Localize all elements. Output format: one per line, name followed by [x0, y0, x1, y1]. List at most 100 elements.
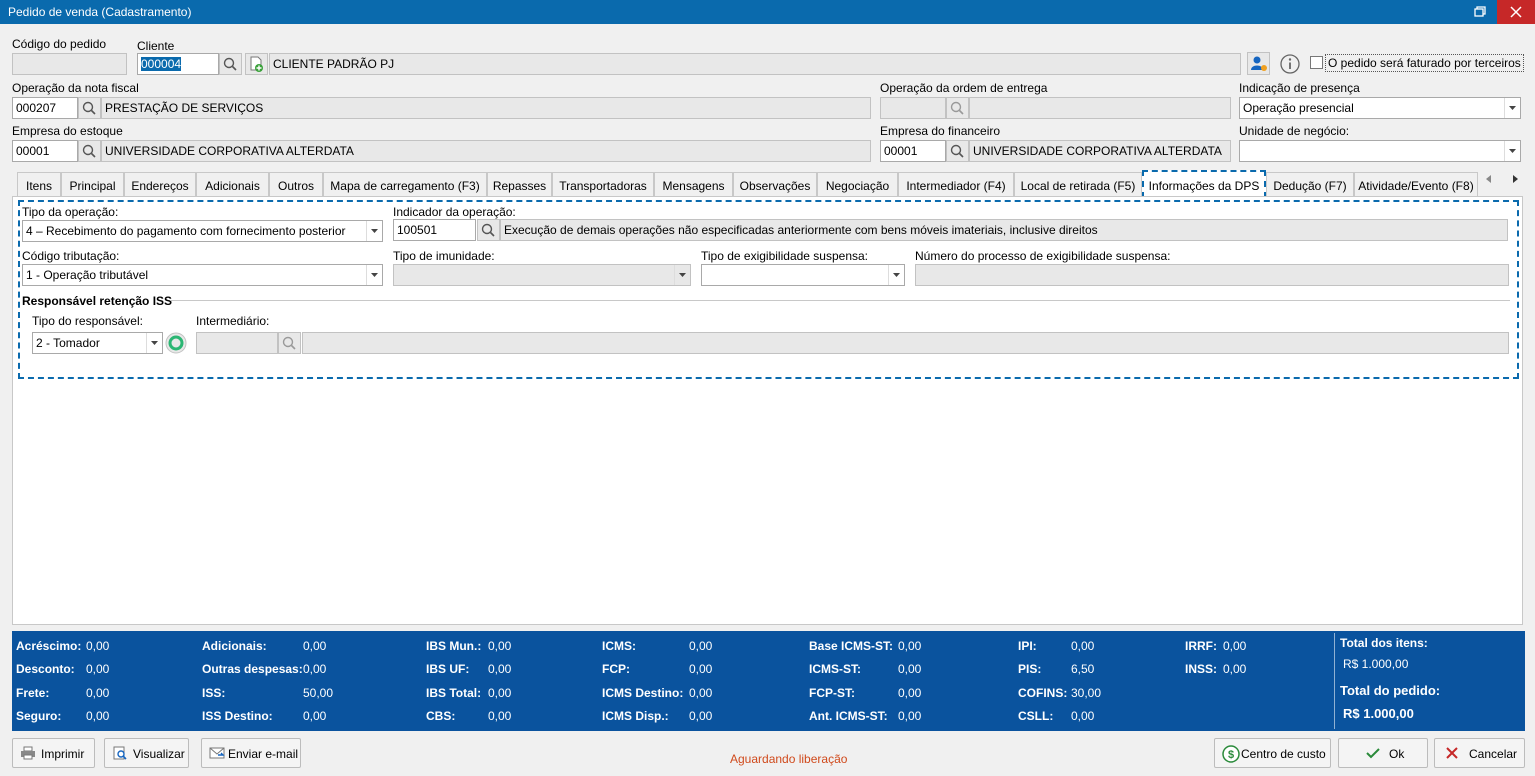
tipo-operacao-select[interactable]: 4 – Recebimento do pagamento com forneci… [22, 220, 383, 242]
total-value: 0,00 [1071, 639, 1095, 653]
chevron-down-icon [366, 221, 382, 241]
indicador-code-input[interactable]: 100501 [393, 219, 476, 241]
terceiros-label: O pedido será faturado por terceiros [1325, 54, 1524, 72]
tipo-resp-select[interactable]: 2 - Tomador [32, 332, 163, 354]
tab-informacoes-dps[interactable]: Informações da DPS [1142, 170, 1266, 198]
add-document-icon [250, 56, 263, 72]
cliente-code-input[interactable]: 000004 [137, 53, 219, 75]
unidade-select[interactable] [1239, 140, 1521, 162]
total-value: 0,00 [898, 686, 922, 700]
num-proc-label: Número do processo de exigibilidade susp… [915, 249, 1171, 263]
total-label: Base ICMS-ST: [809, 639, 894, 653]
total-itens-value: R$ 1.000,00 [1343, 657, 1409, 671]
op-entrega-search-button[interactable] [946, 97, 969, 119]
emp-fin-search-button[interactable] [946, 140, 969, 162]
total-label: Seguro: [16, 709, 62, 723]
total-value: 30,00 [1071, 686, 1102, 700]
info-icon [1280, 54, 1300, 74]
exig-label: Tipo de exigibilidade suspensa: [701, 249, 868, 263]
window-title: Pedido de venda (Cadastramento) [8, 5, 192, 19]
imprimir-button[interactable]: Imprimir [12, 738, 95, 768]
tab-negociacao[interactable]: Negociação [817, 172, 898, 196]
total-value: 0,00 [898, 662, 922, 676]
intermediario-code-input[interactable] [196, 332, 278, 354]
imunidade-select[interactable] [393, 264, 691, 286]
tipo-operacao-value: 4 – Recebimento do pagamento com forneci… [26, 224, 346, 238]
section-divider [170, 300, 1510, 301]
tab-adicionais[interactable]: Adicionais [196, 172, 269, 196]
search-icon [481, 223, 495, 237]
close-button[interactable] [1497, 0, 1535, 24]
total-value: 0,00 [303, 639, 327, 653]
emp-fin-name-field: UNIVERSIDADE CORPORATIVA ALTERDATA [969, 140, 1231, 162]
tab-itens[interactable]: Itens [17, 172, 61, 196]
total-label: Outras despesas: [202, 662, 303, 676]
total-label: Acréscimo: [16, 639, 82, 653]
tab-deducao[interactable]: Dedução (F7) [1266, 172, 1354, 196]
centro-custo-button[interactable]: $ Centro de custo [1214, 738, 1331, 768]
tab-scroll-right-button[interactable] [1508, 172, 1522, 186]
op-nf-code-input[interactable]: 000207 [12, 97, 78, 119]
emp-estoque-search-button[interactable] [78, 140, 101, 162]
tab-mensagens[interactable]: Mensagens [654, 172, 733, 196]
tab-scroll-left-button[interactable] [1482, 172, 1496, 186]
printer-icon [20, 746, 36, 760]
total-label: Frete: [16, 686, 50, 700]
total-label: ICMS Disp.: [602, 709, 669, 723]
tipo-resp-label: Tipo do responsável: [32, 314, 143, 328]
restore-button[interactable] [1462, 0, 1495, 24]
tab-local-retirada[interactable]: Local de retirada (F5) [1014, 172, 1142, 196]
cliente-label: Cliente [137, 39, 175, 53]
total-value: 0,00 [689, 662, 713, 676]
total-label: CSLL: [1018, 709, 1054, 723]
exig-select[interactable] [701, 264, 905, 286]
cliente-user-button[interactable] [1247, 52, 1270, 75]
cod-trib-select[interactable]: 1 - Operação tributável [22, 264, 383, 286]
total-label: ISS: [202, 686, 226, 700]
cancelar-button[interactable]: Cancelar [1434, 738, 1525, 768]
presenca-select[interactable]: Operação presencial [1239, 97, 1521, 119]
tab-repasses[interactable]: Repasses [487, 172, 552, 196]
visualizar-button[interactable]: Visualizar [104, 738, 189, 768]
tab-atividade-evento[interactable]: Atividade/Evento (F8) [1354, 172, 1478, 196]
chevron-down-icon [888, 265, 904, 285]
emp-estoque-code-input[interactable]: 00001 [12, 140, 78, 162]
emp-fin-code-input[interactable]: 00001 [880, 140, 946, 162]
preview-icon [112, 746, 128, 760]
chevron-down-icon [366, 265, 382, 285]
total-value: 0,00 [1223, 639, 1247, 653]
search-icon [950, 101, 964, 115]
refresh-button[interactable] [165, 332, 187, 354]
intermediario-search-button[interactable] [278, 332, 301, 354]
total-label: Adicionais: [202, 639, 267, 653]
tab-outros[interactable]: Outros [269, 172, 323, 196]
total-value: 0,00 [689, 639, 713, 653]
indicador-search-button[interactable] [477, 219, 500, 241]
total-value: 0,00 [689, 709, 713, 723]
enviar-email-button[interactable]: Enviar e-mail [201, 738, 301, 768]
total-label: IBS Mun.: [426, 639, 482, 653]
tab-intermediador[interactable]: Intermediador (F4) [898, 172, 1014, 196]
search-icon [82, 144, 96, 158]
tab-observacoes[interactable]: Observações [733, 172, 817, 196]
intermediario-label: Intermediário: [196, 314, 270, 328]
num-proc-field[interactable] [915, 264, 1509, 286]
chevron-left-icon [1486, 175, 1491, 183]
info-button[interactable] [1279, 53, 1301, 75]
terceiros-checkbox[interactable] [1310, 56, 1323, 69]
tab-enderecos[interactable]: Endereços [124, 172, 196, 196]
ok-label: Ok [1389, 747, 1405, 761]
total-label: INSS: [1185, 662, 1218, 676]
codigo-pedido-field[interactable] [12, 53, 127, 75]
tab-principal[interactable]: Principal [61, 172, 124, 196]
restore-icon [1474, 6, 1486, 17]
ok-button[interactable]: Ok [1338, 738, 1428, 768]
tab-transportadoras[interactable]: Transportadoras [552, 172, 654, 196]
cliente-add-button[interactable] [245, 53, 268, 75]
op-nf-search-button[interactable] [78, 97, 101, 119]
op-entrega-code-input[interactable] [880, 97, 946, 119]
tab-mapa-carregamento[interactable]: Mapa de carregamento (F3) [323, 172, 487, 196]
centro-custo-label: Centro de custo [1241, 747, 1326, 761]
cliente-search-button[interactable] [219, 53, 242, 75]
visualizar-label: Visualizar [133, 747, 185, 761]
